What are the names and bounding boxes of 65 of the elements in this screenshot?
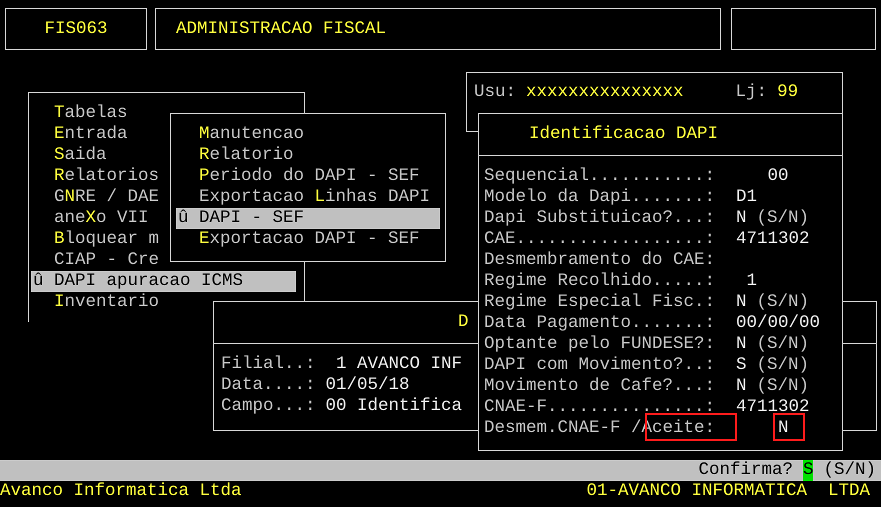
field-value[interactable]: 00	[736, 166, 789, 187]
field-label: Data Pagamento.......:	[484, 313, 716, 334]
field-value[interactable]: N	[736, 418, 789, 439]
field-label: Movimento de Cafe?...:	[484, 376, 716, 397]
field-hint: (S/N)	[756, 355, 810, 376]
store-value: 99	[777, 82, 798, 103]
menu-item[interactable]: Relatorio	[199, 145, 294, 166]
dialog-title: Identificacao DAPI	[529, 123, 718, 146]
menu-item[interactable]: Exportacao DAPI - SEF	[199, 229, 420, 250]
menu-item[interactable]: Entrada	[54, 124, 128, 145]
menu-item[interactable]: Exportacao Linhas DAPI	[199, 187, 430, 208]
field-value[interactable]: N	[736, 334, 747, 355]
menu-item[interactable]: CIAP - Cre	[54, 250, 160, 271]
menu-item[interactable]: Periodo do DAPI - SEF	[199, 166, 420, 187]
store-label: Lj:	[736, 82, 768, 103]
menu-item[interactable]: û DAPI apuracao ICMS	[31, 271, 296, 292]
field-value[interactable]: N	[736, 292, 747, 313]
field-value[interactable]: S	[736, 355, 747, 376]
module-title: ADMINISTRACAO FISCAL	[176, 18, 386, 41]
field-label: DAPI com Movimento?..:	[484, 355, 716, 376]
field-hint: (S/N)	[756, 376, 810, 397]
field-label: CNAE-F...............:	[484, 397, 716, 418]
field-value[interactable]: N	[736, 376, 747, 397]
field-label: Data....:	[221, 375, 316, 396]
window-title: D	[458, 311, 469, 334]
field-label: Regime Especial Fisc.:	[484, 292, 716, 313]
field-label: CAE..................:	[484, 229, 716, 250]
user-label: Usu:	[474, 82, 516, 103]
field-label: Campo...:	[221, 396, 316, 417]
confirm-answer[interactable]: S	[802, 460, 814, 481]
confirm-hint: (S/N)	[823, 460, 876, 481]
field-hint: (S/N)	[756, 292, 810, 313]
menu-item[interactable]: aneXo VII	[54, 208, 149, 229]
field-value: 00 Identifica	[326, 396, 462, 417]
field-hint: (S/N)	[756, 334, 810, 355]
field-label: Desmembramento do CAE:	[484, 250, 716, 271]
field-value[interactable]: 00/00/00	[736, 313, 820, 334]
menu-item[interactable]: Manutencao	[199, 124, 304, 145]
field-value[interactable]: 4711302	[736, 229, 810, 250]
field-value: 1 AVANCO INF	[335, 354, 462, 375]
field-hint: (S/N)	[756, 208, 810, 229]
menu-item[interactable]: û DAPI - SEF	[176, 208, 440, 229]
confirm-prompt: Confirma?	[698, 460, 793, 481]
menu-item[interactable]: Bloquear m	[54, 229, 160, 250]
program-code: FIS063	[44, 18, 108, 41]
menu-item[interactable]: Inventario	[54, 292, 160, 313]
branch-name: 01-AVANCO INFORMATICA LTDA	[586, 481, 870, 502]
field-value[interactable]: 1	[736, 271, 758, 292]
field-label: Modelo da Dapi.......:	[484, 187, 716, 208]
field-value[interactable]: 4711302	[736, 397, 810, 418]
field-label: Dapi Substituicao?...:	[484, 208, 716, 229]
company-name: Avanco Informatica Ltda	[0, 481, 242, 502]
field-value[interactable]: N	[736, 208, 747, 229]
field-label: Optante pelo FUNDESE?:	[484, 334, 716, 355]
user-value: xxxxxxxxxxxxxxx	[526, 82, 684, 103]
menu-item[interactable]: GNRE / DAE	[54, 187, 160, 208]
field-label: Filial..:	[221, 354, 316, 375]
field-value[interactable]: D1	[736, 187, 758, 208]
highlight-frame	[773, 413, 805, 441]
menu-item[interactable]: Relatorios	[54, 166, 160, 187]
field-label: Sequencial...........:	[484, 166, 716, 187]
field-label: Regime Recolhido.....:	[484, 271, 716, 292]
menu-item[interactable]: Saida	[54, 145, 107, 166]
menu-item[interactable]: Tabelas	[54, 103, 128, 124]
field-value: 01/05/18	[326, 375, 410, 396]
